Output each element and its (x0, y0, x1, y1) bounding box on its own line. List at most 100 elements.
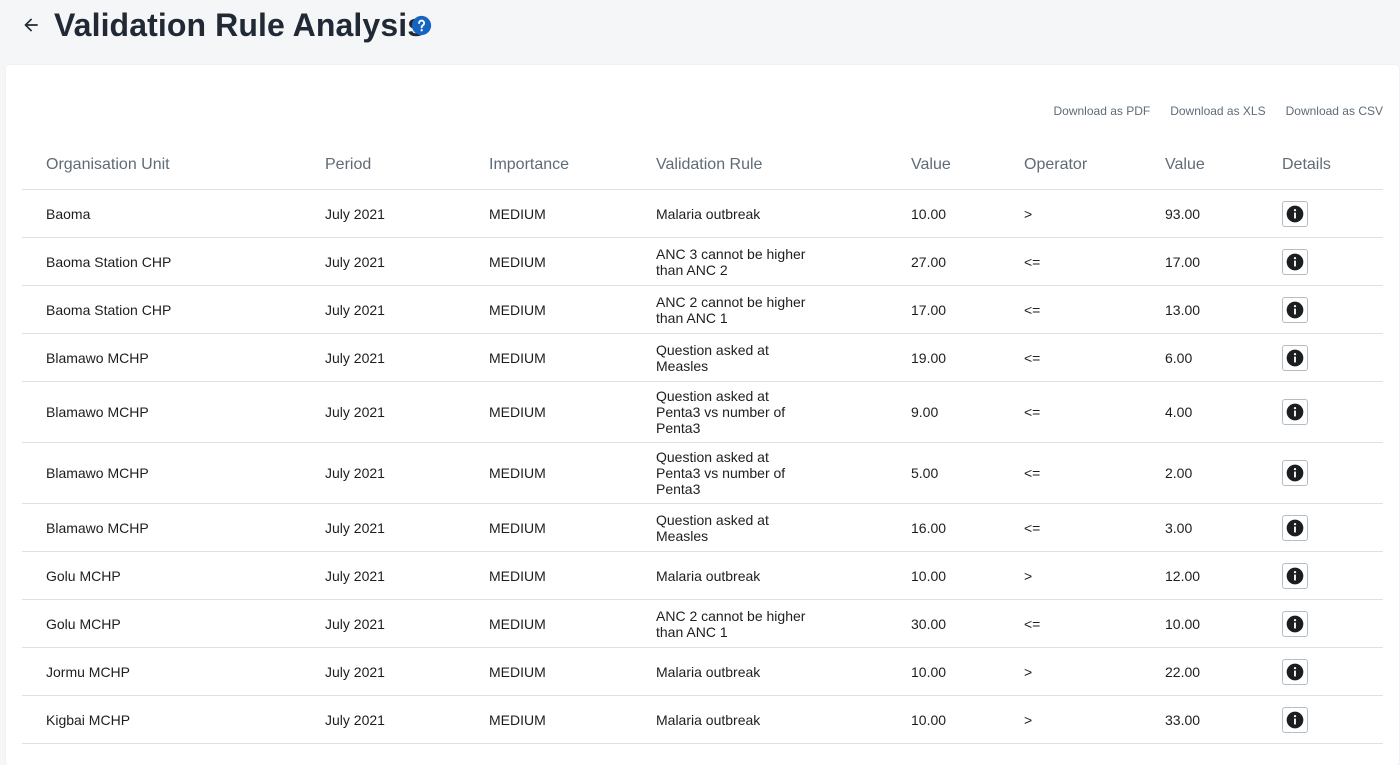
cell-importance: MEDIUM (465, 647, 632, 696)
cell-importance: MEDIUM (465, 237, 632, 286)
details-button[interactable] (1282, 610, 1308, 637)
cell-organisation-unit: Golu MCHP (22, 551, 301, 600)
page-header: Validation Rule Analysis (0, 0, 1400, 60)
details-button[interactable] (1282, 344, 1308, 371)
cell-organisation-unit: Baoma Station CHP (22, 237, 301, 286)
cell-right-value: 17.00 (1141, 237, 1258, 286)
help-circle-icon[interactable] (411, 15, 432, 36)
col-header-right-value: Value (1141, 141, 1258, 190)
cell-details (1258, 599, 1383, 648)
cell-organisation-unit: Baoma (22, 189, 301, 238)
cell-period: July 2021 (301, 381, 465, 443)
back-button[interactable] (19, 13, 43, 37)
cell-left-value: 17.00 (887, 285, 1000, 334)
cell-right-value: 22.00 (1141, 647, 1258, 696)
info-circle-icon (1286, 711, 1304, 728)
cell-importance: MEDIUM (465, 189, 632, 238)
cell-validation-rule: ANC 2 cannot be higher than ANC 1 (632, 599, 887, 648)
download-xls-link[interactable]: Download as XLS (1170, 104, 1265, 118)
cell-left-value: 27.00 (887, 237, 1000, 286)
cell-validation-rule: Question asked at Measles (632, 503, 887, 552)
cell-operator: <= (1000, 599, 1141, 648)
cell-details (1258, 333, 1383, 382)
cell-operator: > (1000, 189, 1141, 238)
cell-organisation-unit: Blamawo MCHP (22, 442, 301, 504)
cell-organisation-unit: Blamawo MCHP (22, 333, 301, 382)
cell-validation-rule: Question asked at Penta3 vs number of Pe… (632, 381, 887, 443)
cell-details (1258, 189, 1383, 238)
cell-left-value: 10.00 (887, 189, 1000, 238)
cell-left-value: 19.00 (887, 333, 1000, 382)
cell-organisation-unit: Kigbai MCHP (22, 695, 301, 744)
cell-importance: MEDIUM (465, 503, 632, 552)
cell-organisation-unit: Blamawo MCHP (22, 381, 301, 443)
table-row: Baoma Station CHP July 2021 MEDIUM ANC 3 ca… (22, 237, 1383, 286)
col-header-importance: Importance (465, 141, 632, 190)
table-row: Blamawo MCHP July 2021 MEDIUM Question aske… (22, 381, 1383, 443)
cell-importance: MEDIUM (465, 333, 632, 382)
info-circle-icon (1286, 301, 1304, 318)
cell-importance: MEDIUM (465, 599, 632, 648)
table-row: Golu MCHP July 2021 MEDIUM Malaria outbreak… (22, 551, 1383, 600)
cell-importance: MEDIUM (465, 695, 632, 744)
cell-operator: <= (1000, 381, 1141, 443)
details-button[interactable] (1282, 706, 1308, 733)
cell-operator: > (1000, 647, 1141, 696)
details-button[interactable] (1282, 200, 1308, 227)
cell-details (1258, 551, 1383, 600)
details-button[interactable] (1282, 248, 1308, 275)
info-circle-icon (1286, 349, 1304, 366)
info-circle-icon (1286, 403, 1304, 421)
details-button[interactable] (1282, 514, 1308, 541)
cell-details (1258, 285, 1383, 334)
cell-operator: > (1000, 551, 1141, 600)
cell-right-value: 3.00 (1141, 503, 1258, 552)
cell-operator: > (1000, 695, 1141, 744)
cell-operator: <= (1000, 285, 1141, 334)
cell-period: July 2021 (301, 189, 465, 238)
info-circle-icon (1286, 253, 1304, 270)
cell-period: July 2021 (301, 647, 465, 696)
cell-operator: <= (1000, 442, 1141, 504)
table-row: Blamawo MCHP July 2021 MEDIUM Question aske… (22, 503, 1383, 552)
download-pdf-link[interactable]: Download as PDF (1054, 104, 1151, 118)
details-button[interactable] (1282, 562, 1308, 589)
cell-validation-rule: Question asked at Measles (632, 333, 887, 382)
cell-operator: <= (1000, 237, 1141, 286)
cell-validation-rule: ANC 3 cannot be higher than ANC 2 (632, 237, 887, 286)
table-row: Baoma Station CHP July 2021 MEDIUM ANC 2 ca… (22, 285, 1383, 334)
cell-period: July 2021 (301, 442, 465, 504)
details-button[interactable] (1282, 658, 1308, 685)
download-csv-link[interactable]: Download as CSV (1286, 104, 1383, 118)
cell-organisation-unit: Blamawo MCHP (22, 503, 301, 552)
table-row: Kigbai MCHP July 2021 MEDIUM Malaria outbre… (22, 695, 1383, 744)
arrow-left-icon (24, 18, 38, 32)
table-header-row: Organisation Unit Period Importance Vali… (22, 141, 1383, 190)
table-row: Golu MCHP July 2021 MEDIUM ANC 2 cannot be … (22, 599, 1383, 648)
cell-importance: MEDIUM (465, 442, 632, 504)
cell-period: July 2021 (301, 285, 465, 334)
cell-right-value: 33.00 (1141, 695, 1258, 744)
cell-period: July 2021 (301, 599, 465, 648)
info-circle-icon (1286, 519, 1304, 536)
cell-details (1258, 237, 1383, 286)
cell-importance: MEDIUM (465, 551, 632, 600)
details-button[interactable] (1282, 399, 1308, 425)
col-header-validation-rule: Validation Rule (632, 141, 887, 190)
cell-right-value: 13.00 (1141, 285, 1258, 334)
table-row: Blamawo MCHP July 2021 MEDIUM Question aske… (22, 442, 1383, 504)
table-row: Blamawo MCHP July 2021 MEDIUM Question aske… (22, 333, 1383, 382)
details-button[interactable] (1282, 460, 1308, 486)
info-circle-icon (1286, 205, 1304, 222)
cell-organisation-unit: Golu MCHP (22, 599, 301, 648)
cell-validation-rule: Malaria outbreak (632, 189, 887, 238)
cell-validation-rule: Malaria outbreak (632, 647, 887, 696)
cell-details (1258, 695, 1383, 744)
col-header-period: Period (301, 141, 465, 190)
col-header-details: Details (1258, 141, 1383, 190)
details-button[interactable] (1282, 296, 1308, 323)
cell-right-value: 12.00 (1141, 551, 1258, 600)
cell-details (1258, 381, 1383, 443)
cell-operator: <= (1000, 503, 1141, 552)
cell-details (1258, 503, 1383, 552)
